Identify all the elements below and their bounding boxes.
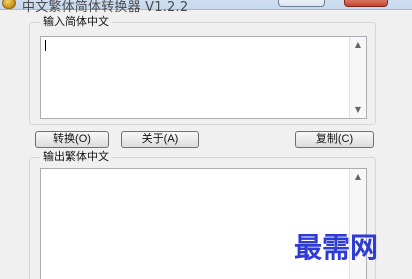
input-scrollbar[interactable]: ▲ ▼ — [349, 37, 366, 118]
input-group-label: 输入简体中文 — [40, 15, 112, 29]
text-caret — [45, 40, 46, 51]
app-icon — [2, 0, 16, 9]
scroll-up-icon[interactable]: ▲ — [350, 37, 366, 53]
minimize-button[interactable] — [278, 0, 325, 7]
output-group-label: 输出繁体中文 — [40, 150, 112, 164]
window-title: 中文繁体简体转换器 V1.2.2 — [22, 0, 189, 15]
scroll-up-icon[interactable]: ▲ — [350, 169, 366, 185]
converter-window: 中文繁体简体转换器 V1.2.2 输入简体中文 ▲ ▼ 转换(O) 关于(A) … — [0, 0, 412, 279]
watermark-logo: 最需网 — [294, 231, 379, 264]
simplified-chinese-input[interactable]: ▲ ▼ — [40, 36, 367, 119]
about-button[interactable]: 关于(A) — [121, 131, 199, 148]
title-bar: 中文繁体简体转换器 V1.2.2 — [0, 0, 412, 15]
copy-button[interactable]: 复制(C) — [295, 131, 374, 148]
close-button[interactable] — [344, 0, 388, 7]
scroll-down-icon[interactable]: ▼ — [350, 102, 366, 118]
convert-button[interactable]: 转换(O) — [35, 131, 109, 148]
